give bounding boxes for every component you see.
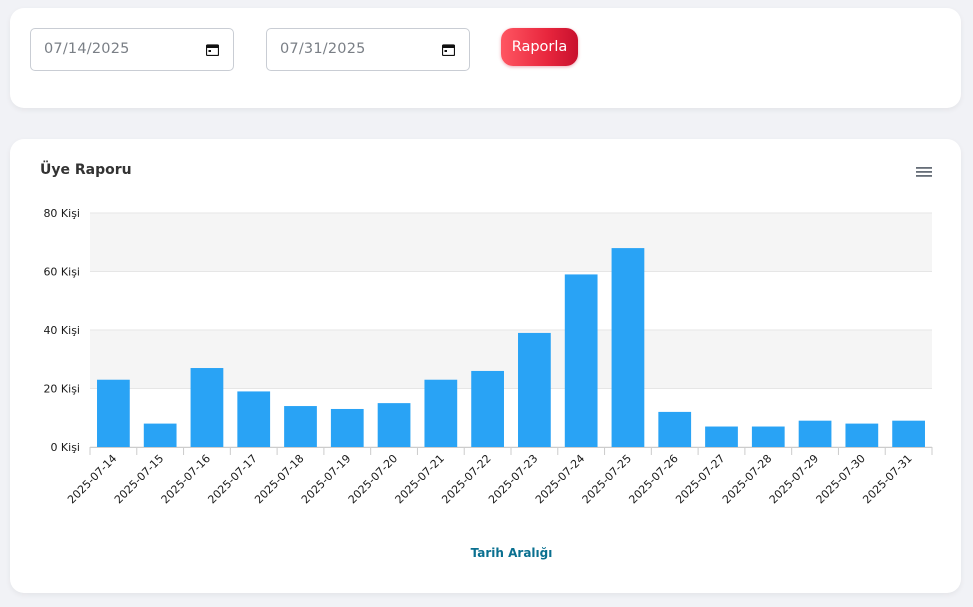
x-tick-label: 2025-07-30 (814, 452, 868, 506)
x-tick-label: 2025-07-18 (252, 452, 306, 506)
x-tick-label: 2025-07-14 (65, 452, 119, 506)
end-date-input[interactable]: 07/31/2025 (266, 28, 470, 71)
x-tick-label: 2025-07-26 (626, 452, 680, 506)
bar-2025-07-31[interactable] (892, 420, 925, 447)
x-tick-label: 2025-07-31 (860, 452, 914, 506)
bar-2025-07-16[interactable] (190, 368, 224, 447)
x-tick-label: 2025-07-21 (393, 452, 447, 506)
y-tick-label: 20 Kişi (43, 383, 80, 396)
calendar-icon[interactable] (206, 44, 219, 56)
report-button[interactable]: Raporla (501, 28, 578, 66)
bar-2025-07-15[interactable] (143, 423, 177, 447)
x-axis-title: Tarih Aralığı (471, 546, 553, 560)
bar-2025-07-27[interactable] (705, 426, 738, 447)
bar-chart: 0 Kişi 20 Kişi 40 Kişi 60 Kişi 80 Kişi 2025-… (43, 207, 933, 560)
x-tick-label: 2025-07-15 (112, 452, 166, 506)
x-tick-label: 2025-07-17 (205, 452, 259, 506)
calendar-icon[interactable] (442, 44, 455, 56)
x-tick-label: 2025-07-22 (439, 452, 493, 506)
x-tick-label: 2025-07-19 (299, 452, 353, 506)
x-tick-label: 2025-07-27 (673, 452, 727, 506)
y-tick-label: 80 Kişi (43, 207, 80, 220)
bar-2025-07-14[interactable] (97, 379, 130, 447)
bar-2025-07-25[interactable] (611, 248, 645, 447)
y-tick-label: 0 Kişi (50, 441, 80, 454)
end-date-value: 07/31/2025 (280, 41, 366, 57)
bar-2025-07-30[interactable] (845, 423, 879, 447)
y-tick-label: 60 Kişi (43, 266, 80, 279)
start-date-value: 07/14/2025 (44, 41, 130, 57)
bar-2025-07-20[interactable] (377, 403, 411, 447)
x-tick-label: 2025-07-25 (580, 452, 634, 506)
x-tick-label: 2025-07-29 (767, 452, 821, 506)
bar-2025-07-19[interactable] (330, 408, 364, 447)
bar-2025-07-23[interactable] (518, 332, 551, 447)
start-date-input[interactable]: 07/14/2025 (30, 28, 234, 71)
bar-2025-07-26[interactable] (658, 411, 692, 447)
bar-2025-07-29[interactable] (798, 420, 832, 447)
bar-2025-07-24[interactable] (564, 274, 598, 447)
x-tick-label: 2025-07-23 (486, 452, 540, 506)
bar-2025-07-21[interactable] (424, 379, 458, 447)
x-tick-label: 2025-07-20 (346, 452, 400, 506)
x-tick-label: 2025-07-16 (159, 452, 213, 506)
x-tick-label: 2025-07-24 (533, 452, 587, 506)
y-tick-label: 40 Kişi (43, 324, 80, 337)
x-tick-label: 2025-07-28 (720, 452, 774, 506)
bar-2025-07-18[interactable] (284, 406, 317, 447)
grid-band (90, 213, 932, 272)
chart-card: Üye Raporu 0 Kişi 20 Kişi 40 Kişi 60 Kişi 80… (10, 139, 961, 593)
bar-2025-07-17[interactable] (237, 391, 271, 447)
bar-2025-07-28[interactable] (751, 426, 785, 447)
filter-card: 07/14/2025 07/31/2025 Raporla (10, 8, 961, 108)
bar-2025-07-22[interactable] (471, 370, 504, 447)
